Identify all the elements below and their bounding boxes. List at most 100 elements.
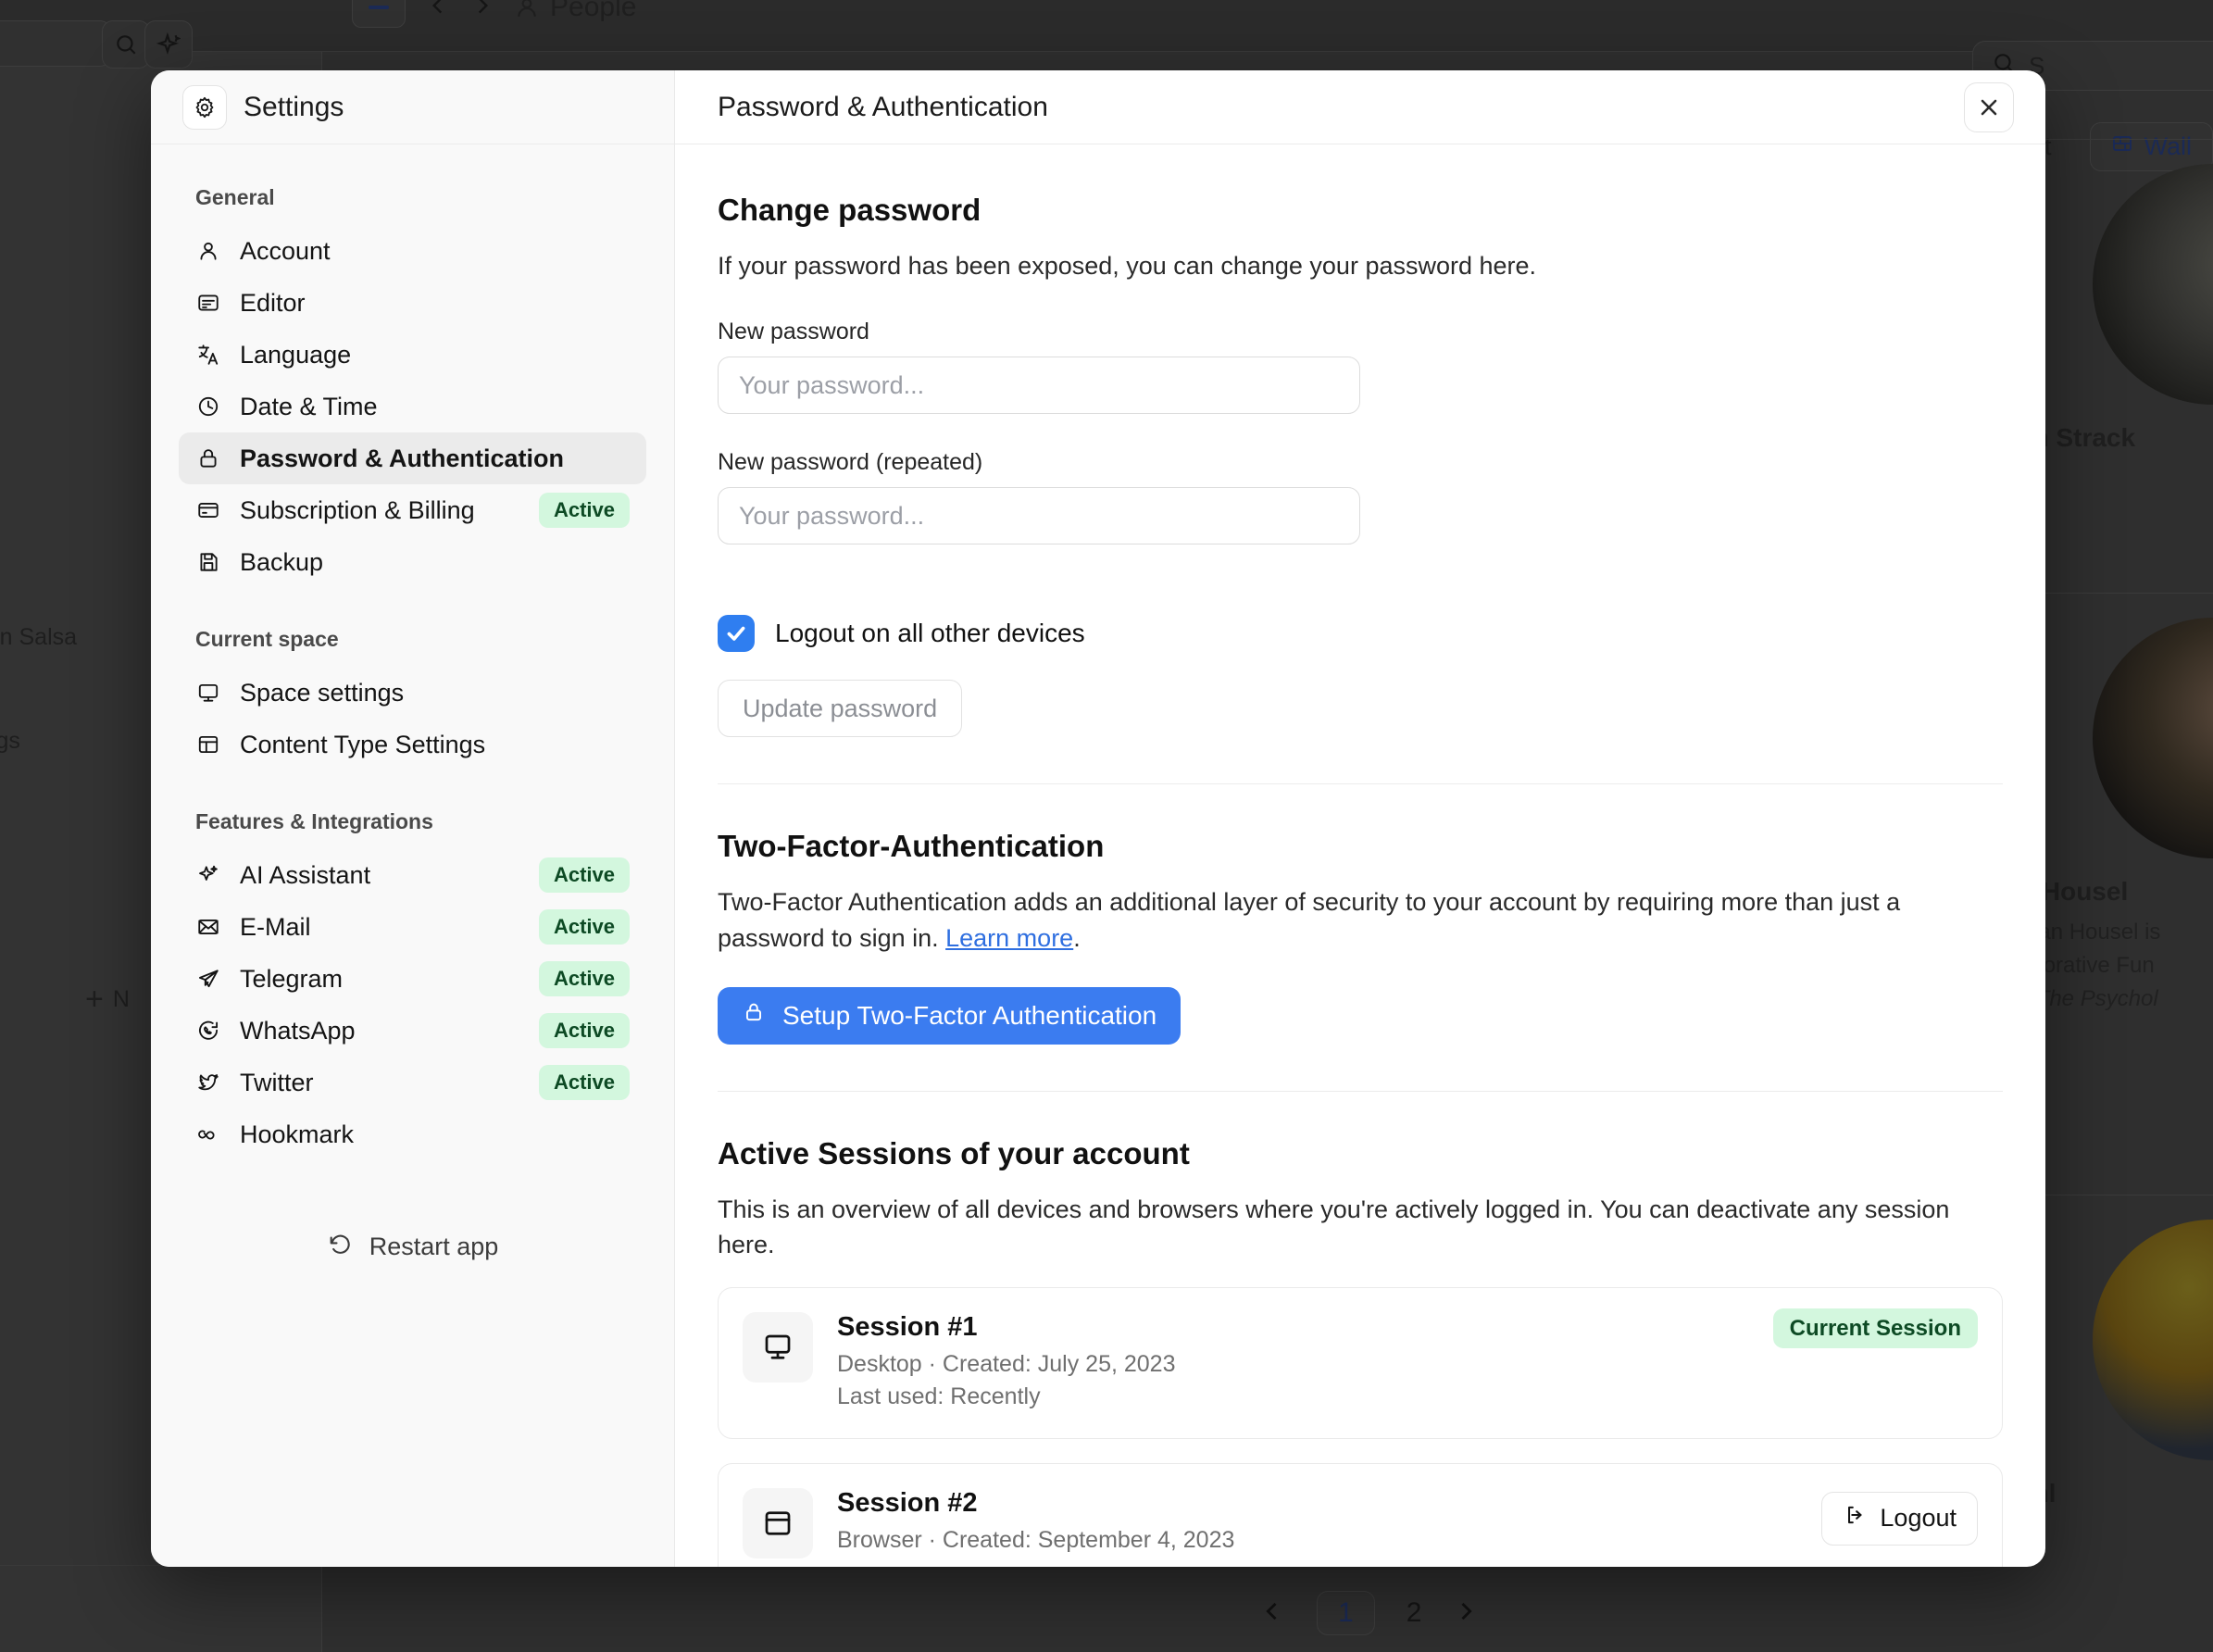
background-new-label: N [112,985,130,1012]
avatar [2093,618,2213,858]
session-row[interactable]: Session #1 Desktop · Created: July 25, 2… [718,1286,2003,1439]
sidebar-item-language[interactable]: Language [179,329,646,381]
sidebar-item-hookmark[interactable]: Hookmark [179,1108,646,1160]
status-badge: Active [538,493,630,528]
save-icon [195,550,221,574]
learn-more-link[interactable]: Learn more [945,924,1073,952]
status-badge: Current Session [1772,1308,1978,1348]
infinity-icon [195,1122,221,1146]
sidebar-item-date-time[interactable]: Date & Time [179,381,646,432]
twitter-icon [195,1070,221,1095]
avatar [2093,1220,2213,1460]
background-pagination: 1 2 [1259,1591,1479,1635]
sidebar-title: Settings [244,91,344,122]
pagination-page-2[interactable]: 2 [1407,1597,1422,1629]
monitor-icon [195,681,221,705]
restart-app-button[interactable]: Restart app [179,1199,646,1263]
sidebar-group-general: General Account Editor Language Date & T… [179,185,646,588]
new-password-input[interactable] [718,357,1360,415]
active-sessions-description: This is an overview of all devices and b… [718,1195,1950,1259]
sidebar-item-space-settings[interactable]: Space settings [179,667,646,719]
sidebar-item-content-type-settings[interactable]: Content Type Settings [179,719,646,770]
sparkle-icon-button[interactable] [144,20,193,69]
sidebar-item-ai-assistant[interactable]: AI Assistant Active [179,849,646,901]
background-new-button[interactable]: + N [85,983,130,1015]
sidebar-item-label: Editor [240,288,306,317]
logout-button[interactable]: Logout [1821,1491,1978,1546]
settings-content: Password & Authentication Change passwor… [675,70,2045,1567]
layout-icon [195,732,221,757]
status-badge: Active [538,857,630,893]
settings-modal: Settings General Account Editor Language… [151,70,2045,1567]
background-person-card[interactable]: ch Strack [2019,139,2213,477]
sidebar-item-email[interactable]: E-Mail Active [179,901,646,953]
sidebar-item-label: Password & Authentication [240,444,565,472]
pagination-next-icon[interactable] [1453,1598,1479,1629]
sidebar-group-label: Current space [195,627,339,651]
desktop-icon [743,1311,813,1383]
session-body: Session #1 Desktop · Created: July 25, 2… [837,1312,1749,1414]
logout-all-devices-checkbox[interactable] [718,615,755,653]
status-badge: Active [538,909,630,945]
sidebar-group-current-space: Current space Space settings Content Typ… [179,627,646,770]
status-badge: Active [538,961,630,996]
divider [718,1090,2003,1092]
content-body: Change password If your password has bee… [675,144,2045,1567]
sidebar-item-label: Language [240,340,352,369]
lock-icon [195,446,221,470]
gear-icon [182,84,227,130]
browser-icon [743,1487,813,1558]
session-action-area: Current Session [1772,1308,1978,1348]
sidebar-item-account[interactable]: Account [179,225,646,277]
sidebar-item-backup[interactable]: Backup [179,536,646,588]
sidebar-item-subscription-billing[interactable]: Subscription & Billing Active [179,484,646,536]
background-search-box[interactable] [0,20,111,67]
new-password-label: New password [718,319,869,345]
sidebar-item-label: Content Type Settings [240,730,486,758]
mail-icon [195,915,221,939]
session-meta-line2: Last used: Recently [837,1383,1041,1410]
sidebar-item-label: Date & Time [240,392,378,420]
forward-chevron-icon[interactable] [470,0,494,22]
background-list-item[interactable]: wings [0,728,20,755]
update-password-button[interactable]: Update password [718,680,963,738]
back-chevron-icon[interactable] [426,0,450,22]
breadcrumb-people: People [515,0,636,23]
sidebar-group-label: Features & Integrations [195,809,433,833]
pagination-prev-icon[interactable] [1259,1598,1285,1629]
session-meta-line1: Desktop · Created: July 25, 2023 [837,1350,1176,1377]
background-person-card[interactable]: n Housel rgan Housel isaborative Funk Th… [2019,593,2213,1040]
sidebar-item-twitter[interactable]: Twitter Active [179,1057,646,1108]
sidebar-item-whatsapp[interactable]: WhatsApp Active [179,1005,646,1057]
session-row[interactable]: Session #2 Browser · Created: September … [718,1462,2003,1567]
background-list-item[interactable]: ills in Salsa [0,624,77,651]
background-person-card[interactable]: ehl [2019,1195,2213,1533]
pagination-page-1[interactable]: 1 [1317,1591,1375,1635]
background-person-name: n Housel [2019,877,2129,906]
setup-two-factor-button[interactable]: Setup Two-Factor Authentication [718,986,1182,1045]
background-person-name: ch Strack [2019,423,2136,452]
user-icon [195,239,221,263]
search-icon-button[interactable] [102,20,150,69]
sidebar-item-label: Space settings [240,678,405,707]
clock-icon [195,394,221,419]
sidebar-item-telegram[interactable]: Telegram Active [179,953,646,1005]
sidebar-item-password-authentication[interactable]: Password & Authentication [179,432,646,484]
repeat-password-label: New password (repeated) [718,449,983,476]
telegram-icon [195,967,221,991]
background-person-desc: rgan Housel isaborative Funk The Psychol [2019,920,2161,1011]
close-icon[interactable] [1964,81,2014,132]
background-topbar [0,0,2213,52]
two-factor-heading: Two-Factor-Authentication [718,829,1105,864]
restart-app-label: Restart app [369,1233,499,1260]
setup-two-factor-label: Setup Two-Factor Authentication [782,1000,1157,1030]
repeat-password-input[interactable] [718,487,1360,545]
sidebar-item-editor[interactable]: Editor [179,277,646,329]
sidebar-item-label: WhatsApp [240,1016,356,1045]
background-person-name: ehl [2019,1479,2213,1508]
logout-all-devices-row: Logout on all other devices [718,615,2003,653]
sidebar-item-label: Twitter [240,1068,314,1096]
background-sidebar-toggle[interactable] [352,0,406,28]
editor-icon [195,291,221,315]
change-password-description: If your password has been exposed, you c… [718,252,1537,280]
